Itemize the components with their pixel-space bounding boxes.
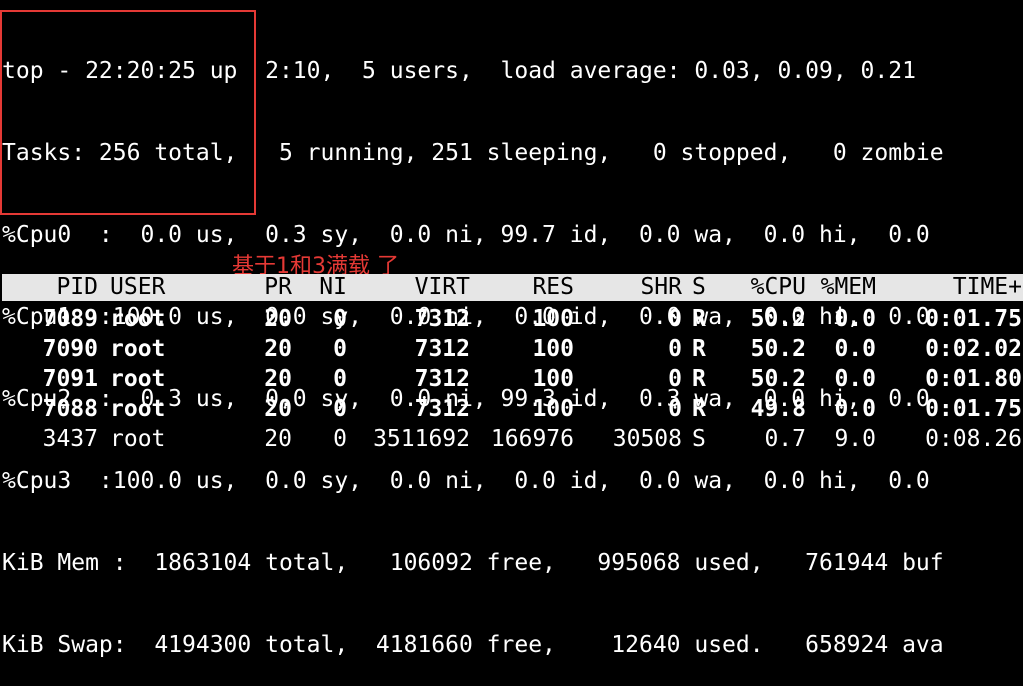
cell-res: 100 bbox=[532, 396, 574, 422]
col-s: S bbox=[692, 274, 706, 300]
cell-shr: 0 bbox=[668, 396, 682, 422]
col-user: USER bbox=[110, 274, 166, 300]
col-virt: VIRT bbox=[414, 274, 470, 300]
cell-pid: 7091 bbox=[42, 366, 98, 392]
table-row: 7088 root 20 0 7312 100 0 R 49.8 0.0 0:0… bbox=[2, 394, 1023, 424]
cell-s: R bbox=[692, 366, 706, 392]
cell-virt: 7312 bbox=[414, 336, 470, 362]
cell-time: 0:01.75 bbox=[925, 306, 1022, 332]
cell-pr: 20 bbox=[264, 336, 292, 362]
cell-res: 100 bbox=[532, 306, 574, 332]
cell-pid: 7088 bbox=[42, 396, 98, 422]
col-cpu: %CPU bbox=[750, 274, 806, 300]
table-row: 7089 root 20 0 7312 100 0 R 50.2 0.0 0:0… bbox=[2, 304, 1023, 334]
mem-line: KiB Mem : 1863104 total, 106092 free, 99… bbox=[2, 550, 944, 576]
col-mem: %MEM bbox=[820, 274, 876, 300]
cell-mem: 0.0 bbox=[834, 396, 876, 422]
cell-virt: 7312 bbox=[414, 396, 470, 422]
annotation-highlight-box bbox=[0, 10, 256, 215]
cell-virt: 7312 bbox=[414, 306, 470, 332]
cell-pid: 3437 bbox=[42, 426, 98, 452]
process-table-header: PID USER PR NI VIRT RES SHR S %CPU %MEM … bbox=[2, 274, 1023, 301]
table-row: 7090 root 20 0 7312 100 0 R 50.2 0.0 0:0… bbox=[2, 334, 1023, 364]
cell-s: R bbox=[692, 336, 706, 362]
cell-ni: 0 bbox=[333, 426, 347, 452]
col-res: RES bbox=[532, 274, 574, 300]
cell-time: 0:01.75 bbox=[925, 396, 1022, 422]
cell-s: S bbox=[692, 426, 706, 452]
cell-pid: 7089 bbox=[42, 306, 98, 332]
cell-ni: 0 bbox=[333, 306, 347, 332]
cell-ni: 0 bbox=[333, 396, 347, 422]
col-ni: NI bbox=[319, 274, 347, 300]
cell-shr: 30508 bbox=[612, 426, 682, 452]
cell-s: R bbox=[692, 306, 706, 332]
cell-user: root bbox=[110, 306, 166, 332]
cell-cpu: 0.7 bbox=[764, 426, 806, 452]
col-pid: PID bbox=[56, 274, 98, 300]
cell-shr: 0 bbox=[668, 336, 682, 362]
cell-virt: 3511692 bbox=[373, 426, 470, 452]
cell-user: root bbox=[110, 336, 166, 362]
cell-cpu: 50.2 bbox=[750, 366, 806, 392]
cell-pr: 20 bbox=[264, 396, 292, 422]
cell-cpu: 50.2 bbox=[750, 336, 806, 362]
cell-ni: 0 bbox=[333, 336, 347, 362]
cell-res: 100 bbox=[532, 366, 574, 392]
cell-mem: 0.0 bbox=[834, 366, 876, 392]
cell-mem: 0.0 bbox=[834, 306, 876, 332]
col-time: TIME+ bbox=[952, 274, 1022, 300]
col-shr: SHR bbox=[640, 274, 682, 300]
cpu0-line: %Cpu0 : 0.0 us, 0.3 sy, 0.0 ni, 99.7 id,… bbox=[2, 222, 930, 248]
cell-time: 0:01.80 bbox=[925, 366, 1022, 392]
cell-pr: 20 bbox=[264, 306, 292, 332]
cell-s: R bbox=[692, 396, 706, 422]
cell-user: root bbox=[110, 396, 166, 422]
cell-user: root bbox=[110, 366, 166, 392]
cpu3-line: %Cpu3 :100.0 us, 0.0 sy, 0.0 ni, 0.0 id,… bbox=[2, 468, 930, 494]
col-pr: PR bbox=[264, 274, 292, 300]
table-row: 3437 root 20 0 3511692 166976 30508 S 0.… bbox=[2, 424, 1023, 454]
cell-res: 166976 bbox=[490, 426, 574, 452]
cell-time: 0:02.02 bbox=[925, 336, 1022, 362]
cell-pr: 20 bbox=[264, 426, 292, 452]
cell-res: 100 bbox=[532, 336, 574, 362]
cell-shr: 0 bbox=[668, 306, 682, 332]
swap-line: KiB Swap: 4194300 total, 4181660 free, 1… bbox=[2, 632, 944, 658]
cell-cpu: 49.8 bbox=[750, 396, 806, 422]
cell-virt: 7312 bbox=[414, 366, 470, 392]
table-row: 7091 root 20 0 7312 100 0 R 50.2 0.0 0:0… bbox=[2, 364, 1023, 394]
cell-mem: 9.0 bbox=[834, 426, 876, 452]
cell-cpu: 50.2 bbox=[750, 306, 806, 332]
cell-user: root bbox=[110, 426, 166, 452]
cell-mem: 0.0 bbox=[834, 336, 876, 362]
cell-pid: 7090 bbox=[42, 336, 98, 362]
cell-pr: 20 bbox=[264, 366, 292, 392]
cell-shr: 0 bbox=[668, 366, 682, 392]
cell-ni: 0 bbox=[333, 366, 347, 392]
cell-time: 0:08.26 bbox=[925, 426, 1022, 452]
